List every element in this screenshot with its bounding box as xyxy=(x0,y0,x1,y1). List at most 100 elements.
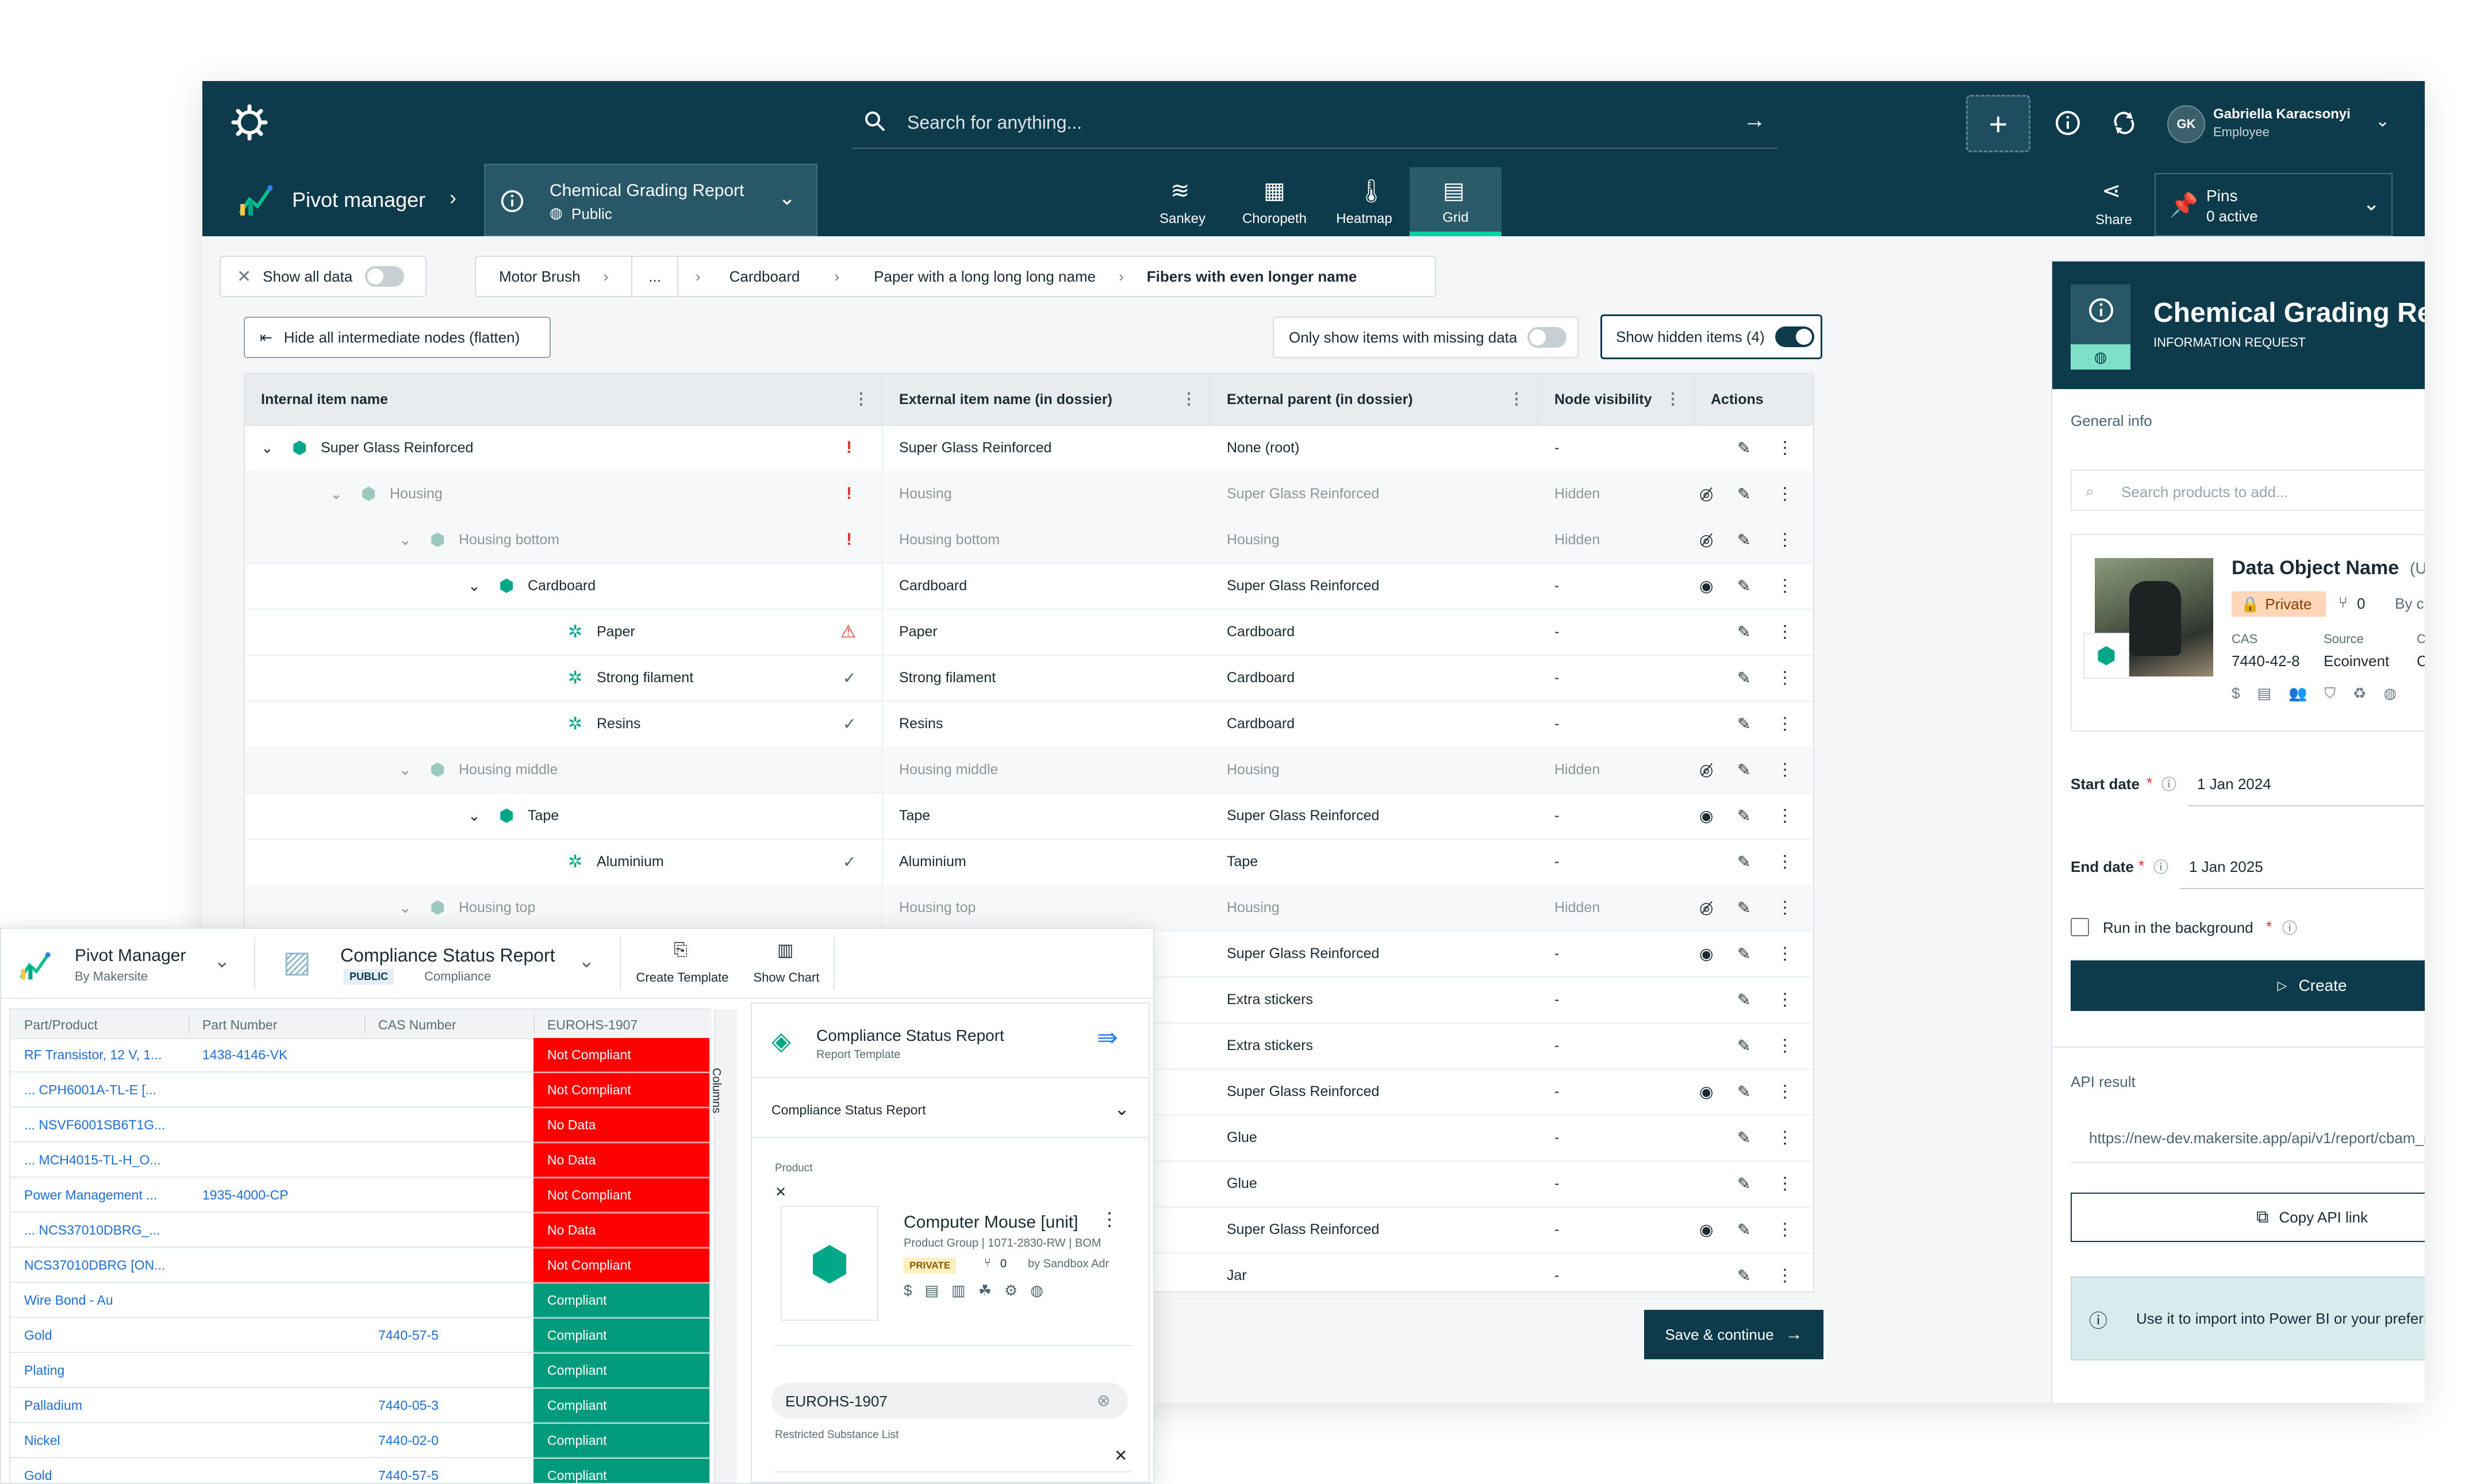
create-template-button[interactable]: ⎘ Create Template xyxy=(628,938,737,990)
cas-cell[interactable] xyxy=(364,1354,533,1388)
compliance-status-cell[interactable]: Compliant xyxy=(533,1389,709,1423)
column-header[interactable]: External item name (in dossier) ⋮ xyxy=(883,374,1211,425)
table-row[interactable]: ⌄ ⬢ Cardboard Cardboard Super Glass Reinforc… xyxy=(245,563,1813,610)
more-vertical-icon[interactable]: ⋮ xyxy=(1776,976,1794,1022)
more-vertical-icon[interactable]: ⋮ xyxy=(1776,1206,1794,1252)
sync-icon[interactable] xyxy=(2111,110,2137,139)
part-number-cell[interactable] xyxy=(189,1073,364,1108)
part-cell[interactable]: NCS37010DBRG [ON... xyxy=(10,1248,189,1283)
tab-heatmap[interactable]: 🌡 Heatmap xyxy=(1321,173,1407,236)
edit-icon[interactable]: ✎ xyxy=(1737,1068,1750,1114)
table-row[interactable]: ⌄ ⬢ Housing top Housing top Housing Hidden ◎̸ ✎… xyxy=(245,885,1813,932)
edit-icon[interactable]: ✎ xyxy=(1737,517,1750,563)
copy-api-button[interactable]: ⧉ Copy API link xyxy=(2071,1193,2425,1242)
compliance-status-cell[interactable]: Not Compliant xyxy=(533,1073,709,1108)
breadcrumb-item[interactable]: Motor Brush xyxy=(499,268,581,286)
substance-list-chip[interactable]: EUROHS-1907 ⊗ xyxy=(771,1383,1128,1418)
cas-cell[interactable] xyxy=(364,1213,533,1248)
eye-icon[interactable]: ◉ xyxy=(1699,1068,1713,1114)
show-chart-button[interactable]: ▥ Show Chart xyxy=(746,938,827,990)
chevron-down-icon[interactable]: ⌄ xyxy=(2375,111,2390,131)
more-vertical-icon[interactable]: ⋮ xyxy=(1776,747,1794,793)
edit-icon[interactable]: ✎ xyxy=(1737,609,1750,655)
more-vertical-icon[interactable]: ⋮ xyxy=(1776,517,1794,563)
edit-icon[interactable]: ✎ xyxy=(1737,563,1750,609)
column-header[interactable]: Node visibility ⋮ xyxy=(1538,374,1695,425)
column-label[interactable]: Part/Product xyxy=(24,1017,98,1033)
cas-cell[interactable] xyxy=(364,1108,533,1143)
chevron-down-icon[interactable]: ⌄ xyxy=(778,186,796,210)
show-all-data-toggle[interactable]: ✕ Show all data xyxy=(220,256,427,297)
chevron-down-icon[interactable]: ⌄ xyxy=(399,517,412,563)
more-vertical-icon[interactable]: ⋮ xyxy=(1776,701,1794,747)
breadcrumb-item[interactable]: ... xyxy=(631,256,678,297)
eye-off-icon[interactable]: ◎̸ xyxy=(1699,517,1713,563)
breadcrumb-item[interactable]: Paper with a long long long name xyxy=(874,268,1096,286)
table-row[interactable]: ⌄ ⬢ Housing bottom! Housing bottom Housing Hi… xyxy=(245,517,1813,564)
product-search-input[interactable]: ⌕ Search products to add... xyxy=(2071,470,2425,511)
overlay-app-name[interactable]: Pivot Manager xyxy=(75,946,186,966)
hidden-items-toggle[interactable]: Show hidden items (4) xyxy=(1600,314,1822,359)
cas-cell[interactable] xyxy=(364,1178,533,1213)
table-row[interactable]: ⌄ ⬢ Super Glass Reinforced! Super Glass Rei… xyxy=(245,425,1813,472)
part-cell[interactable]: Wire Bond - Au xyxy=(10,1283,189,1318)
edit-icon[interactable]: ✎ xyxy=(1737,701,1750,747)
part-number-cell[interactable] xyxy=(189,1424,364,1458)
more-vertical-icon[interactable]: ⋮ xyxy=(1776,793,1794,839)
save-continue-button[interactable]: Save & continue → xyxy=(1644,1310,1823,1359)
flatten-button[interactable]: ⇤ Hide all intermediate nodes (flatten) xyxy=(244,317,551,358)
section-label[interactable]: Compliance Status Report xyxy=(771,1102,926,1118)
more-vertical-icon[interactable]: ⋮ xyxy=(1776,839,1794,885)
column-label[interactable]: CAS Number xyxy=(378,1017,456,1033)
collapse-right-icon[interactable]: ⇛ xyxy=(1097,1023,1118,1052)
table-row[interactable]: ⌄ ⬢ Housing middle Housing middle Housing Hid… xyxy=(245,747,1813,794)
more-vertical-icon[interactable]: ⋮ xyxy=(1776,931,1794,976)
part-number-cell[interactable] xyxy=(189,1459,364,1483)
part-number-cell[interactable] xyxy=(189,1143,364,1178)
table-row[interactable]: ✲ Strong filament ✓ Strong filament Cardboar… xyxy=(245,655,1813,702)
more-vertical-icon[interactable]: ⋮ xyxy=(1508,389,1525,408)
compliance-status-cell[interactable]: Not Compliant xyxy=(533,1178,709,1213)
api-url-field[interactable]: https://new-dev.makersite.app/api/v1/rep… xyxy=(2071,1116,2425,1163)
chevron-down-icon[interactable]: ⌄ xyxy=(468,793,481,839)
part-cell[interactable]: Nickel xyxy=(10,1424,189,1458)
more-vertical-icon[interactable]: ⋮ xyxy=(853,389,869,408)
more-vertical-icon[interactable]: ⋮ xyxy=(1776,609,1794,655)
edit-icon[interactable]: ✎ xyxy=(1737,793,1750,839)
part-number-cell[interactable]: 1438-4146-VK xyxy=(189,1038,364,1072)
gear-logo-icon[interactable] xyxy=(231,104,268,141)
part-cell[interactable]: Power Management ... xyxy=(10,1178,189,1213)
part-number-cell[interactable] xyxy=(189,1354,364,1388)
cas-cell[interactable] xyxy=(364,1038,533,1072)
part-number-cell[interactable] xyxy=(189,1108,364,1143)
compliance-status-cell[interactable]: Compliant xyxy=(533,1424,709,1458)
compliance-status-cell[interactable]: No Data xyxy=(533,1213,709,1248)
toggle-switch[interactable] xyxy=(1775,326,1814,347)
more-vertical-icon[interactable]: ⋮ xyxy=(1776,885,1794,931)
more-vertical-icon[interactable]: ⋮ xyxy=(1100,1208,1119,1230)
table-row[interactable]: ⌄ ⬢ Housing! Housing Super Glass Reinforced H… xyxy=(245,471,1813,518)
edit-icon[interactable]: ✎ xyxy=(1737,885,1750,931)
cas-cell[interactable]: 7440-02-0 xyxy=(364,1424,533,1458)
start-date-input[interactable]: 1 Jan 2024 xyxy=(2188,759,2425,806)
cas-cell[interactable] xyxy=(364,1283,533,1318)
cas-cell[interactable] xyxy=(364,1073,533,1108)
part-number-cell[interactable] xyxy=(189,1248,364,1283)
general-info-label[interactable]: General info xyxy=(2071,412,2152,430)
edit-icon[interactable]: ✎ xyxy=(1737,976,1750,1022)
cas-cell[interactable] xyxy=(364,1248,533,1283)
eye-icon[interactable]: ◉ xyxy=(1699,1206,1713,1252)
cas-cell[interactable]: 7440-57-5 xyxy=(364,1318,533,1353)
toggle-switch[interactable] xyxy=(1527,327,1567,348)
global-search[interactable]: Search for anything... → xyxy=(852,97,1777,149)
edit-icon[interactable]: ✎ xyxy=(1737,1252,1750,1298)
column-label[interactable]: Part Number xyxy=(202,1017,277,1033)
part-number-cell[interactable]: 1935-4000-CP xyxy=(189,1178,364,1213)
tab-choropeth[interactable]: ▦ Choropeth xyxy=(1231,173,1318,236)
table-row[interactable]: ⌄ ⬢ Tape Tape Super Glass Reinforced - ◉ ✎ ⋮ xyxy=(245,793,1813,840)
part-cell[interactable]: Palladium xyxy=(10,1389,189,1423)
overlay-report-title[interactable]: Compliance Status Report xyxy=(340,945,555,966)
compliance-status-cell[interactable]: Compliant xyxy=(533,1459,709,1483)
app-name[interactable]: Pivot manager xyxy=(292,188,425,212)
more-vertical-icon[interactable]: ⋮ xyxy=(1776,425,1794,471)
